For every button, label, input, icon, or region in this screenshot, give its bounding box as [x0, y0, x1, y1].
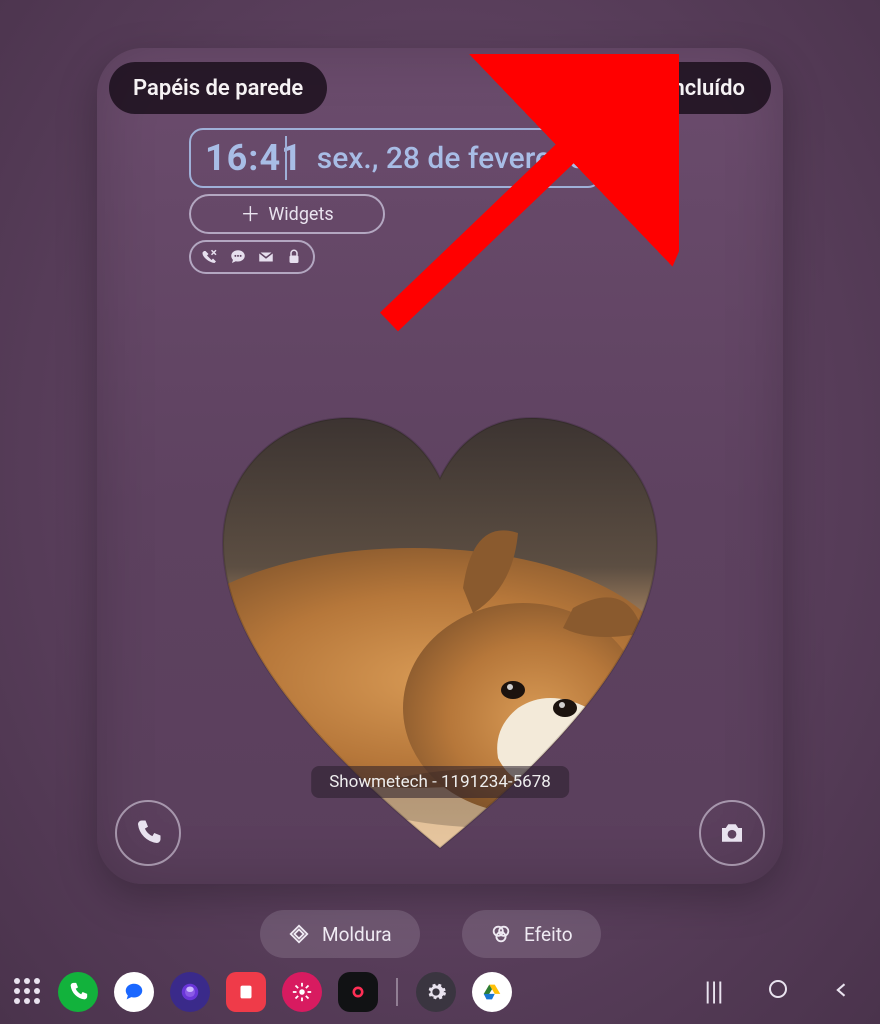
phone-app[interactable]	[58, 972, 98, 1012]
nav-back[interactable]	[818, 977, 866, 1007]
browser-app[interactable]	[170, 972, 210, 1012]
plus-icon: ＋	[240, 204, 260, 224]
frame-label: Moldura	[322, 923, 392, 946]
effect-icon	[490, 923, 512, 945]
heart-photo-frame[interactable]: Showmetech - 1191234-5678	[213, 408, 667, 862]
drive-app[interactable]	[472, 972, 512, 1012]
clock-separator	[285, 136, 287, 180]
camera-icon	[717, 818, 747, 848]
phone-icon	[133, 818, 163, 848]
dock-separator	[396, 978, 398, 1006]
chat-icon	[229, 248, 247, 266]
messages-app[interactable]	[114, 972, 154, 1012]
camera-app[interactable]	[338, 972, 378, 1012]
nav-home[interactable]	[754, 977, 802, 1008]
done-button[interactable]: Concluído	[620, 62, 771, 114]
effect-label: Efeito	[524, 923, 573, 946]
phone-shortcut[interactable]	[115, 800, 181, 866]
done-label: Concluído	[646, 76, 745, 101]
clock-time: 16:41	[205, 137, 303, 179]
frame-option-button[interactable]: Moldura	[260, 910, 420, 958]
lock-icon	[285, 248, 303, 266]
camera-shortcut[interactable]	[699, 800, 765, 866]
notification-icons-row[interactable]	[189, 240, 315, 274]
wallpapers-button[interactable]: Papéis de parede	[109, 62, 327, 114]
contact-caption[interactable]: Showmetech - 1191234-5678	[311, 766, 569, 798]
wallpapers-label: Papéis de parede	[133, 76, 303, 101]
mail-icon	[257, 248, 275, 266]
settings-app[interactable]	[416, 972, 456, 1012]
lockscreen-preview: Papéis de parede Concluído 16:41 sex., 2…	[97, 48, 783, 884]
widgets-label: Widgets	[268, 204, 333, 225]
effect-option-button[interactable]: Efeito	[462, 910, 601, 958]
clock-widget[interactable]: 16:41 sex., 28 de fevereiro	[189, 128, 602, 188]
dock: |||	[0, 964, 880, 1024]
gallery-app[interactable]	[282, 972, 322, 1012]
apps-grid-icon[interactable]	[14, 978, 42, 1006]
notes-app[interactable]	[226, 972, 266, 1012]
clock-date: sex., 28 de fevereiro	[317, 141, 586, 176]
nav-recent[interactable]: |||	[690, 977, 738, 1007]
frame-icon	[288, 923, 310, 945]
add-widgets-button[interactable]: ＋ Widgets	[189, 194, 385, 234]
missed-call-icon	[201, 248, 219, 266]
